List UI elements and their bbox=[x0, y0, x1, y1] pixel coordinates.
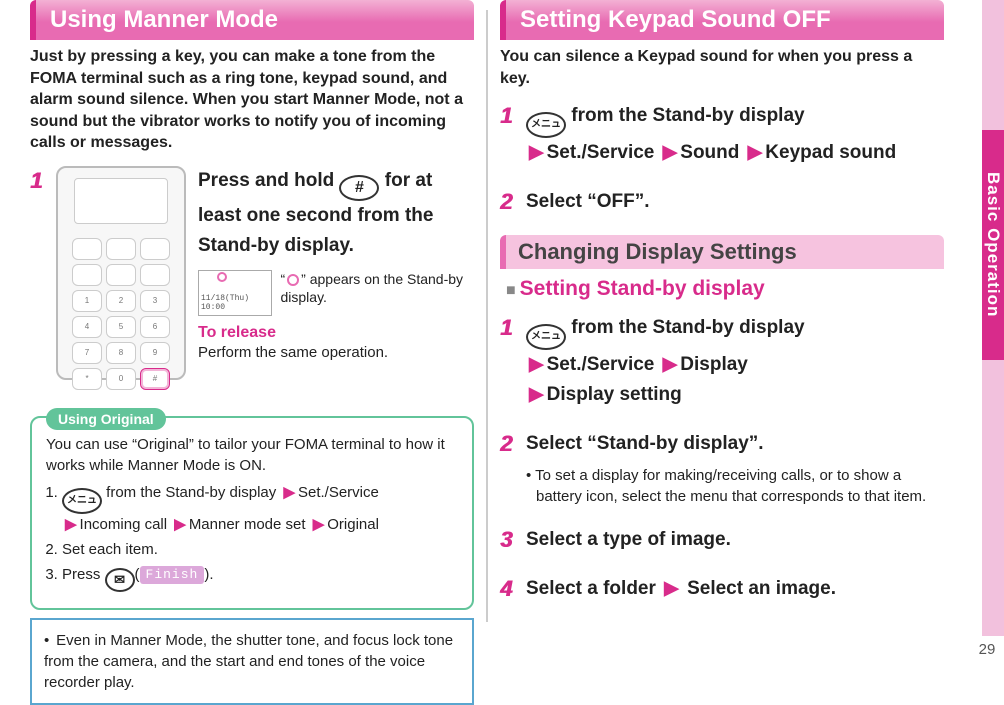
arrow-icon: ▶ bbox=[283, 484, 295, 501]
appears-q1: “ bbox=[280, 271, 285, 287]
step-number: 4 bbox=[500, 576, 512, 602]
uo3-text: Press bbox=[62, 566, 105, 583]
section-header-manner-mode: Using Manner Mode bbox=[30, 0, 474, 40]
menu-key-label: メニュ bbox=[67, 494, 97, 508]
menu-key-icon: メニュ bbox=[62, 488, 102, 514]
menu-key-icon: メニュ bbox=[526, 324, 566, 350]
side-strip-top bbox=[982, 0, 1004, 130]
ks1-text: from the Stand-by display bbox=[566, 105, 805, 126]
setting-standby-subheader: Setting Stand-by display bbox=[520, 277, 765, 300]
arrow-icon: ▶ bbox=[174, 516, 186, 533]
ds3-text: Select a type of image. bbox=[526, 525, 944, 555]
manner-intro: Just by pressing a key, you can make a t… bbox=[30, 46, 474, 154]
uo1-path-1: Incoming call bbox=[80, 516, 168, 533]
using-original-intro: You can use “Original” to tailor your FO… bbox=[46, 434, 458, 476]
ds1-path-0: Set./Service bbox=[547, 354, 655, 375]
display-step-2: 2 Select “Stand-by display”. • To set a … bbox=[500, 429, 944, 507]
uo1-text: from the Stand-by display bbox=[102, 484, 276, 501]
ds1-path-1: Display bbox=[680, 354, 748, 375]
hash-key-icon: # bbox=[339, 175, 379, 201]
side-tab-label: Basic Operation bbox=[983, 172, 1003, 317]
arrow-icon: ▶ bbox=[529, 384, 544, 405]
step-number: 2 bbox=[500, 431, 512, 457]
ds4-text-b: Select an image. bbox=[687, 578, 836, 599]
press-hold-instruction: Press and hold # for at least one second… bbox=[198, 166, 474, 262]
uo1-path-0: Set./Service bbox=[298, 484, 379, 501]
display-step-3: 3 Select a type of image. bbox=[500, 525, 944, 555]
press-text-1: Press and hold bbox=[198, 170, 339, 191]
display-step-1: 1 メニュ from the Stand-by display ▶Set./Se… bbox=[500, 313, 944, 411]
uo1-path-2: Manner mode set bbox=[189, 516, 306, 533]
bullet-icon: • bbox=[526, 467, 535, 484]
arrow-icon: ▶ bbox=[663, 354, 678, 375]
page-number: 29 bbox=[976, 641, 998, 658]
mini-standby-screen: 11/18(Thu) 10:00 bbox=[198, 270, 272, 316]
uo1-path-3: Original bbox=[327, 516, 379, 533]
menu-key-icon: メニュ bbox=[526, 112, 566, 138]
menu-key-label: メニュ bbox=[531, 329, 561, 345]
ds2-sub-text: To set a display for making/receiving ca… bbox=[535, 467, 926, 505]
ks2-text: Select “OFF”. bbox=[526, 187, 944, 217]
to-release-text: Perform the same operation. bbox=[198, 344, 474, 361]
keypad-step-1: 1 メニュ from the Stand-by display ▶Set./Se… bbox=[500, 101, 944, 168]
ds2-sub: • To set a display for making/receiving … bbox=[526, 465, 944, 507]
uo-step-1: メニュ from the Stand-by display ▶Set./Serv… bbox=[62, 482, 458, 535]
step-number: 1 bbox=[500, 315, 512, 341]
appears-caption: “” appears on the Stand-by display. bbox=[280, 270, 474, 308]
sub-bar-icon: ■ bbox=[506, 282, 516, 299]
using-original-box: You can use “Original” to tailor your FO… bbox=[30, 416, 474, 610]
ks1-path-1: Sound bbox=[680, 142, 739, 163]
arrow-icon: ▶ bbox=[65, 516, 77, 533]
to-release-label: To release bbox=[198, 324, 474, 342]
arrow-icon: ▶ bbox=[529, 354, 544, 375]
section-header-keypad-sound: Setting Keypad Sound OFF bbox=[500, 0, 944, 40]
ks1-path-0: Set./Service bbox=[547, 142, 655, 163]
side-tab: Basic Operation bbox=[982, 130, 1004, 360]
appears-q2: ” appears on the Stand-by display. bbox=[280, 271, 463, 306]
mail-key-icon: ✉ bbox=[105, 568, 135, 592]
manner-mode-icon bbox=[217, 272, 227, 282]
menu-key-label: メニュ bbox=[531, 117, 561, 133]
using-original-pill: Using Original bbox=[46, 408, 166, 430]
step-number: 2 bbox=[500, 189, 512, 215]
arrow-icon: ▶ bbox=[664, 578, 679, 599]
step-number: 1 bbox=[30, 168, 42, 194]
ds2-text: Select “Stand-by display”. bbox=[526, 429, 944, 459]
display-step-4: 4 Select a folder ▶ Select an image. bbox=[500, 574, 944, 604]
step-number: 1 bbox=[500, 103, 512, 129]
manner-icon-inline bbox=[287, 274, 299, 286]
keypad-step-2: 2 Select “OFF”. bbox=[500, 187, 944, 217]
arrow-icon: ▶ bbox=[529, 142, 544, 163]
uo-step-3: Press ✉(Finish). bbox=[62, 564, 458, 592]
arrow-icon: ▶ bbox=[313, 516, 325, 533]
ds1-text: from the Stand-by display bbox=[566, 317, 805, 338]
section-header-display-settings: Changing Display Settings bbox=[500, 235, 944, 269]
manner-step-1: 1 123 456 789 *0# Press and hold # bbox=[30, 166, 474, 380]
ds4-text-a: Select a folder bbox=[526, 578, 656, 599]
keypad-intro: You can silence a Keypad sound for when … bbox=[500, 46, 944, 89]
step-number: 3 bbox=[500, 527, 512, 553]
ks1-path-2: Keypad sound bbox=[765, 142, 896, 163]
uo-step-2: Set each item. bbox=[62, 539, 458, 560]
phone-illustration: 123 456 789 *0# bbox=[56, 166, 186, 380]
mini-screen-text: 11/18(Thu) 10:00 bbox=[201, 295, 269, 313]
finish-badge: Finish bbox=[140, 566, 205, 584]
arrow-icon: ▶ bbox=[663, 142, 678, 163]
arrow-icon: ▶ bbox=[748, 142, 763, 163]
ds1-path-2: Display setting bbox=[547, 384, 682, 405]
side-strip-bottom bbox=[982, 360, 1004, 636]
